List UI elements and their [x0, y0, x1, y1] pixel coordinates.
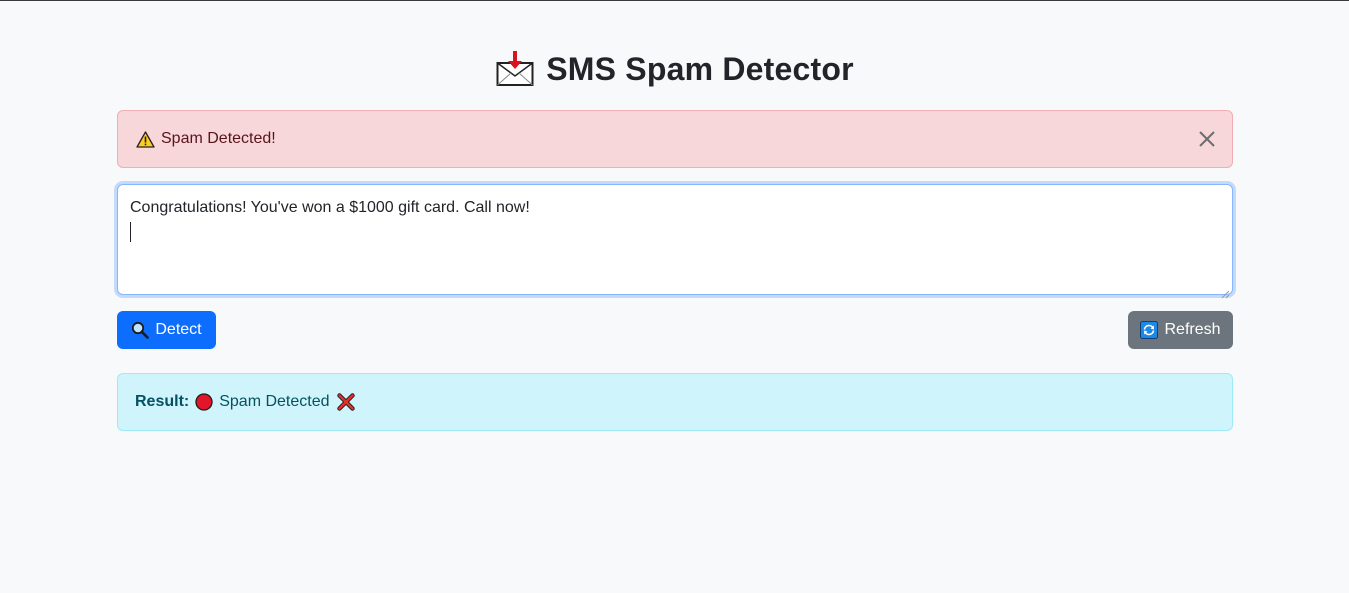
detect-label: Detect [155, 321, 202, 338]
refresh-label: Refresh [1164, 321, 1221, 338]
resize-handle[interactable] [1221, 283, 1230, 299]
spam-alert: Spam Detected! [117, 110, 1233, 168]
alert-message: Spam Detected! [161, 130, 276, 147]
envelope-download-icon [496, 50, 534, 88]
page-title: SMS Spam Detector [546, 50, 854, 87]
refresh-icon [1140, 321, 1159, 339]
detect-button[interactable]: Detect [117, 311, 216, 349]
text-caret [130, 222, 131, 242]
result-text: Spam Detected [219, 393, 330, 410]
page-header: SMS Spam Detector [117, 50, 1233, 88]
warning-icon [136, 130, 155, 148]
result-panel: Result: Spam Detected [117, 373, 1233, 431]
message-textarea[interactable]: Congratulations! You've won a $1000 gift… [117, 184, 1233, 299]
close-icon[interactable] [1198, 130, 1216, 148]
result-label: Result: [135, 393, 190, 410]
red-circle-icon [195, 393, 213, 411]
magnifier-icon [132, 321, 150, 339]
cross-mark-icon [336, 393, 355, 411]
refresh-button[interactable]: Refresh [1128, 311, 1233, 349]
message-text: Congratulations! You've won a $1000 gift… [130, 199, 530, 216]
